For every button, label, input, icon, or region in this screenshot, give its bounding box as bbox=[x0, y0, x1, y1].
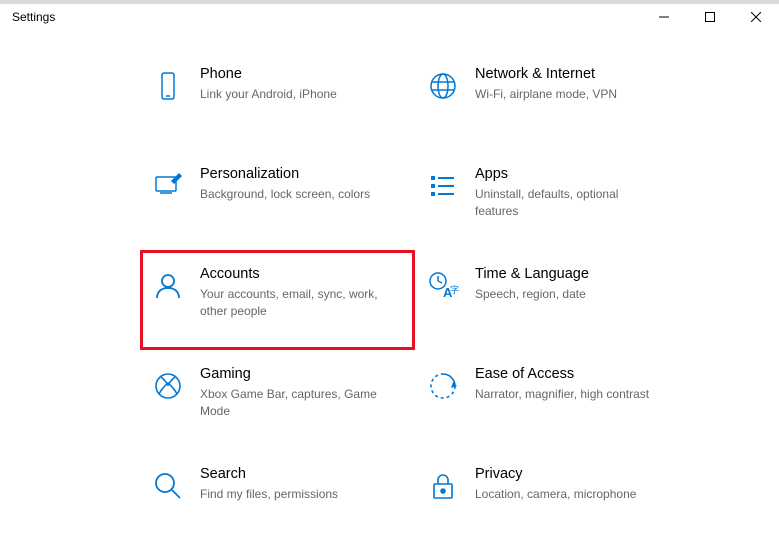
window-controls bbox=[641, 4, 779, 30]
tile-desc: Narrator, magnifier, high contrast bbox=[475, 386, 655, 403]
tile-text: Privacy Location, camera, microphone bbox=[475, 464, 672, 503]
tile-title: Gaming bbox=[200, 366, 397, 382]
tile-text: Search Find my files, permissions bbox=[200, 464, 397, 503]
close-icon bbox=[751, 12, 761, 22]
maximize-button[interactable] bbox=[687, 4, 733, 30]
time-language-icon: A字 bbox=[423, 266, 463, 306]
search-icon bbox=[148, 466, 188, 506]
maximize-icon bbox=[705, 12, 715, 22]
globe-icon bbox=[423, 66, 463, 106]
close-button[interactable] bbox=[733, 4, 779, 30]
person-icon bbox=[148, 266, 188, 306]
tile-text: Network & Internet Wi-Fi, airplane mode,… bbox=[475, 64, 672, 103]
tile-gaming[interactable]: Gaming Xbox Game Bar, captures, Game Mod… bbox=[140, 350, 415, 450]
minimize-button[interactable] bbox=[641, 4, 687, 30]
tile-title: Ease of Access bbox=[475, 366, 672, 382]
tile-title: Network & Internet bbox=[475, 66, 672, 82]
tile-phone[interactable]: Phone Link your Android, iPhone bbox=[140, 50, 415, 150]
settings-grid: Phone Link your Android, iPhone Network … bbox=[140, 50, 779, 550]
tile-text: Apps Uninstall, defaults, optional featu… bbox=[475, 164, 672, 220]
tile-network[interactable]: Network & Internet Wi-Fi, airplane mode,… bbox=[415, 50, 690, 150]
apps-list-icon bbox=[423, 166, 463, 206]
xbox-icon bbox=[148, 366, 188, 406]
tile-text: Time & Language Speech, region, date bbox=[475, 264, 672, 303]
settings-content: Phone Link your Android, iPhone Network … bbox=[0, 30, 779, 550]
tile-title: Privacy bbox=[475, 466, 672, 482]
tile-title: Personalization bbox=[200, 166, 397, 182]
tile-text: Phone Link your Android, iPhone bbox=[200, 64, 397, 103]
svg-text:字: 字 bbox=[450, 284, 459, 295]
tile-title: Search bbox=[200, 466, 397, 482]
paintbrush-icon bbox=[148, 166, 188, 206]
tile-desc: Link your Android, iPhone bbox=[200, 86, 380, 103]
tile-desc: Location, camera, microphone bbox=[475, 486, 655, 503]
tile-title: Accounts bbox=[200, 266, 397, 282]
tile-text: Personalization Background, lock screen,… bbox=[200, 164, 397, 203]
tile-apps[interactable]: Apps Uninstall, defaults, optional featu… bbox=[415, 150, 690, 250]
tile-desc: Wi-Fi, airplane mode, VPN bbox=[475, 86, 655, 103]
minimize-icon bbox=[659, 12, 669, 22]
tile-title: Phone bbox=[200, 66, 397, 82]
tile-desc: Background, lock screen, colors bbox=[200, 186, 380, 203]
tile-privacy[interactable]: Privacy Location, camera, microphone bbox=[415, 450, 690, 550]
window-title: Settings bbox=[12, 10, 55, 24]
tile-desc: Xbox Game Bar, captures, Game Mode bbox=[200, 386, 380, 420]
tile-text: Ease of Access Narrator, magnifier, high… bbox=[475, 364, 672, 403]
lock-icon bbox=[423, 466, 463, 506]
titlebar: Settings bbox=[0, 0, 779, 30]
tile-title: Time & Language bbox=[475, 266, 672, 282]
tile-desc: Speech, region, date bbox=[475, 286, 655, 303]
ease-of-access-icon bbox=[423, 366, 463, 406]
tile-ease-of-access[interactable]: Ease of Access Narrator, magnifier, high… bbox=[415, 350, 690, 450]
tile-title: Apps bbox=[475, 166, 672, 182]
phone-icon bbox=[148, 66, 188, 106]
tile-search[interactable]: Search Find my files, permissions bbox=[140, 450, 415, 550]
tile-desc: Uninstall, defaults, optional features bbox=[475, 186, 655, 220]
tile-desc: Find my files, permissions bbox=[200, 486, 380, 503]
tile-text: Gaming Xbox Game Bar, captures, Game Mod… bbox=[200, 364, 397, 420]
tile-desc: Your accounts, email, sync, work, other … bbox=[200, 286, 380, 320]
tile-personalization[interactable]: Personalization Background, lock screen,… bbox=[140, 150, 415, 250]
tile-time-language[interactable]: A字 Time & Language Speech, region, date bbox=[415, 250, 690, 350]
tile-accounts[interactable]: Accounts Your accounts, email, sync, wor… bbox=[140, 250, 415, 350]
tile-text: Accounts Your accounts, email, sync, wor… bbox=[200, 264, 397, 320]
